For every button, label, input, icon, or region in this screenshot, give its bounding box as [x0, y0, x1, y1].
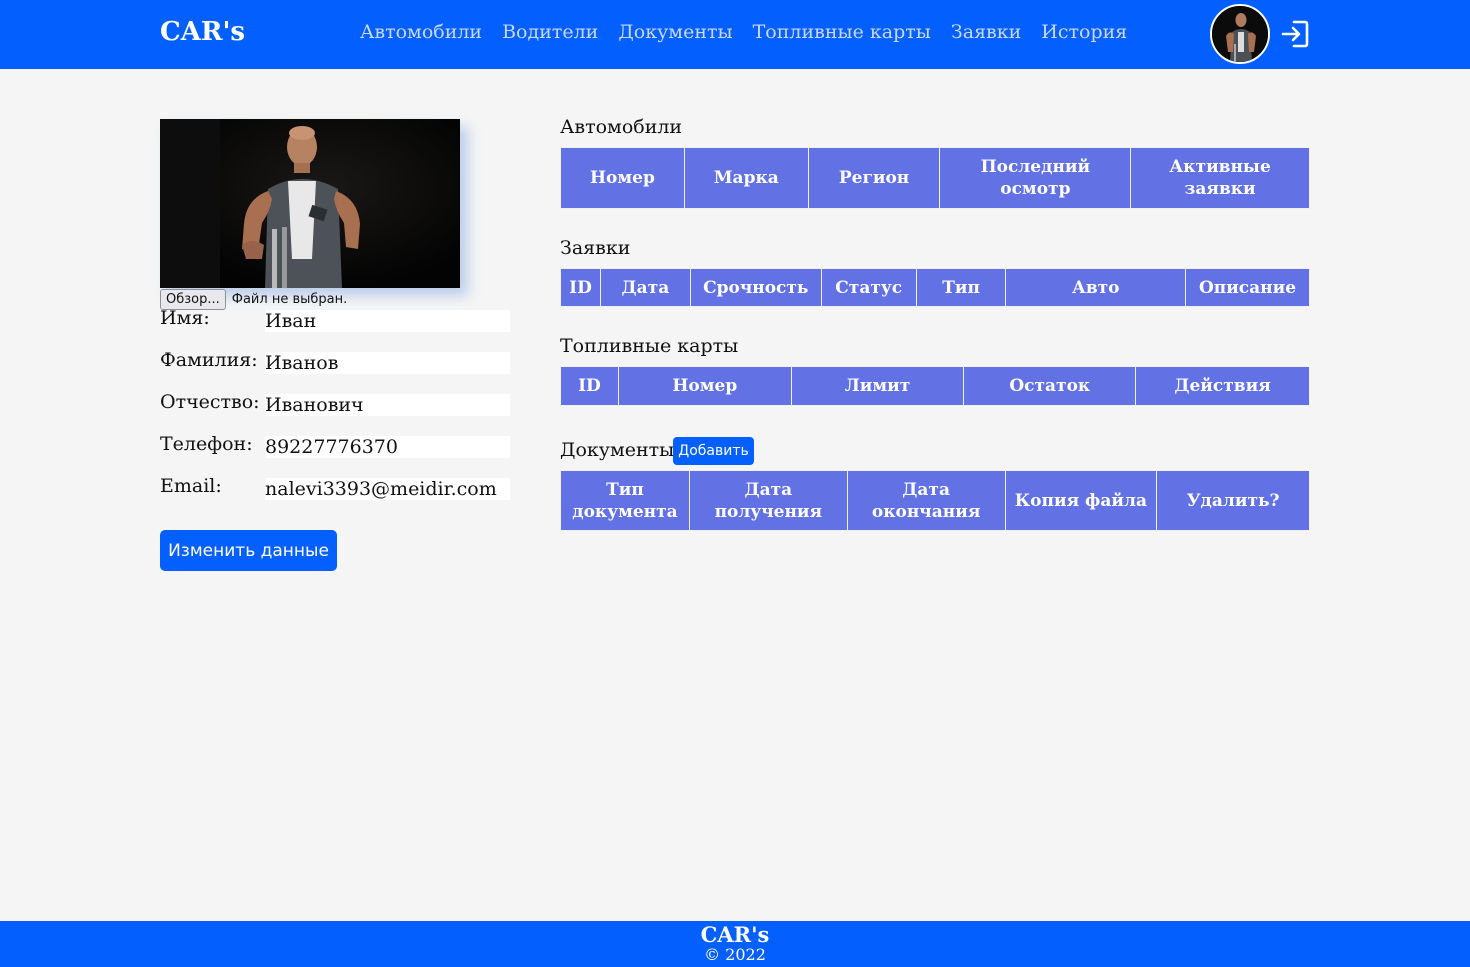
patronymic-row: Отчество: Иванович [160, 391, 510, 418]
docs-col-issue-date[interactable]: Дата получения [688, 470, 848, 531]
nav-documents[interactable]: Документы [618, 21, 732, 43]
file-status: Файл не выбран. [231, 292, 348, 307]
fuel-col-limit[interactable]: Лимит [790, 366, 965, 406]
fuel-cards-table: ID Номер Лимит Остаток Действия [560, 366, 1310, 406]
email-label: Email: [160, 475, 222, 497]
fuel-col-actions[interactable]: Действия [1135, 366, 1310, 406]
main-nav: Автомобили Водители Документы Топливные … [360, 21, 1127, 43]
fuel-col-id[interactable]: ID [560, 366, 619, 406]
email-row: Email: nalevi3393@meidir.com [160, 475, 510, 502]
requests-table: ID Дата Срочность Статус Тип Авто Описан… [560, 268, 1310, 307]
nav-cars[interactable]: Автомобили [360, 21, 482, 43]
patronymic-label: Отчество: [160, 391, 260, 413]
cars-table: Номер Марка Регион Последний осмотр Акти… [560, 147, 1310, 209]
nav-requests[interactable]: Заявки [951, 21, 1021, 43]
cars-col-active-requests[interactable]: Активные заявки [1130, 147, 1310, 209]
documents-table: Тип документа Дата получения Дата оконча… [560, 470, 1310, 531]
fuel-col-number[interactable]: Номер [617, 366, 792, 406]
requests-col-urgency[interactable]: Срочность [689, 268, 822, 307]
nav-fuel-cards[interactable]: Топливные карты [753, 21, 931, 43]
footer-brand: CAR's [700, 922, 770, 947]
requests-col-car[interactable]: Авто [1005, 268, 1186, 307]
avatar-person-image [1212, 6, 1268, 62]
last-name-label: Фамилия: [160, 349, 258, 371]
user-avatar[interactable] [1210, 4, 1270, 64]
cars-col-brand[interactable]: Марка [683, 147, 809, 209]
docs-col-file-copy[interactable]: Копия файла [1004, 470, 1158, 531]
cars-section-title: Автомобили [560, 116, 683, 138]
cars-col-region[interactable]: Регион [807, 147, 941, 209]
requests-col-id[interactable]: ID [560, 268, 601, 307]
docs-col-delete[interactable]: Удалить? [1156, 470, 1310, 531]
footer: CAR's © 2022 [0, 921, 1470, 967]
phone-label: Телефон: [160, 433, 253, 455]
cars-col-last-inspection[interactable]: Последний осмотр [939, 147, 1132, 209]
add-document-button[interactable]: Добавить [673, 437, 754, 465]
phone-row: Телефон: 89227776370 [160, 433, 510, 460]
docs-col-expiry-date[interactable]: Дата окончания [846, 470, 1006, 531]
fuel-cards-section-title: Топливные карты [560, 335, 739, 357]
email-field[interactable]: nalevi3393@meidir.com [265, 478, 510, 500]
first-name-label: Имя: [160, 307, 210, 329]
requests-col-date[interactable]: Дата [599, 268, 691, 307]
last-name-row: Фамилия: Иванов [160, 349, 510, 376]
docs-col-type[interactable]: Тип документа [560, 470, 690, 531]
phone-field[interactable]: 89227776370 [265, 436, 510, 458]
requests-col-description[interactable]: Описание [1185, 268, 1310, 307]
edit-profile-button[interactable]: Изменить данные [160, 530, 337, 571]
first-name-row: Имя: Иван [160, 307, 510, 334]
requests-section-title: Заявки [560, 237, 631, 259]
first-name-field[interactable]: Иван [265, 310, 510, 332]
nav-history[interactable]: История [1041, 21, 1127, 43]
requests-col-status[interactable]: Статус [820, 268, 917, 307]
top-navbar: CAR's Автомобили Водители Документы Топл… [0, 0, 1470, 69]
profile-photo [160, 119, 460, 288]
last-name-field[interactable]: Иванов [265, 352, 510, 374]
documents-section-title: Документы [560, 439, 675, 461]
nav-drivers[interactable]: Водители [502, 21, 598, 43]
logout-icon[interactable] [1280, 19, 1310, 49]
cars-col-number[interactable]: Номер [560, 147, 685, 209]
brand-logo[interactable]: CAR's [160, 17, 245, 47]
footer-copyright: © 2022 [704, 945, 766, 964]
fuel-col-balance[interactable]: Остаток [963, 366, 1137, 406]
requests-col-type[interactable]: Тип [915, 268, 1007, 307]
patronymic-field[interactable]: Иванович [265, 394, 510, 416]
